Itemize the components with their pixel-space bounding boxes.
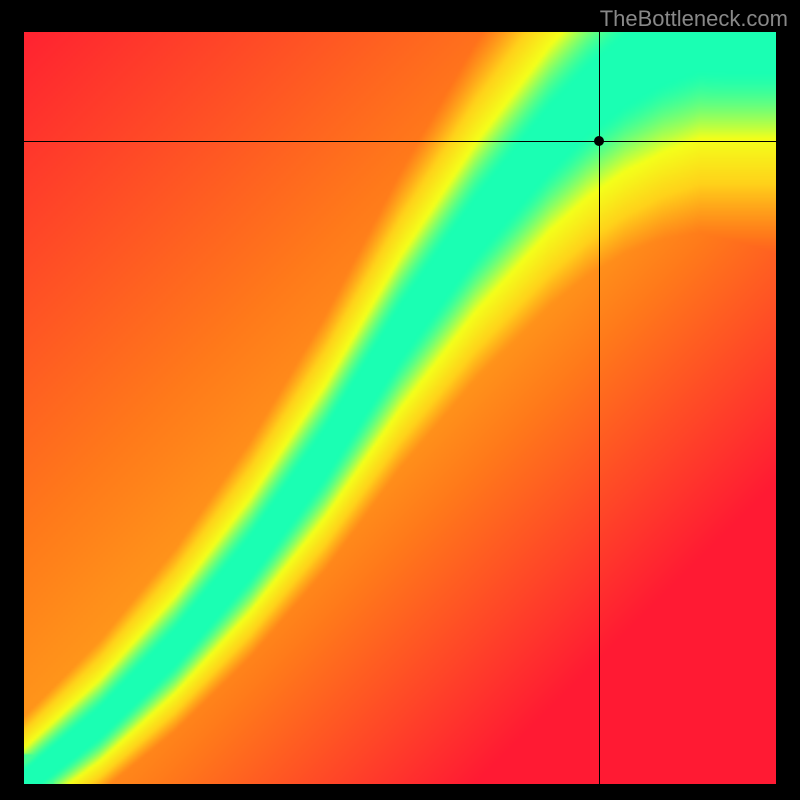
- crosshair-horizontal: [24, 141, 776, 142]
- marker-dot: [594, 136, 604, 146]
- watermark-text: TheBottleneck.com: [600, 6, 788, 32]
- heatmap-canvas: [24, 32, 776, 784]
- heatmap-plot: [24, 32, 776, 784]
